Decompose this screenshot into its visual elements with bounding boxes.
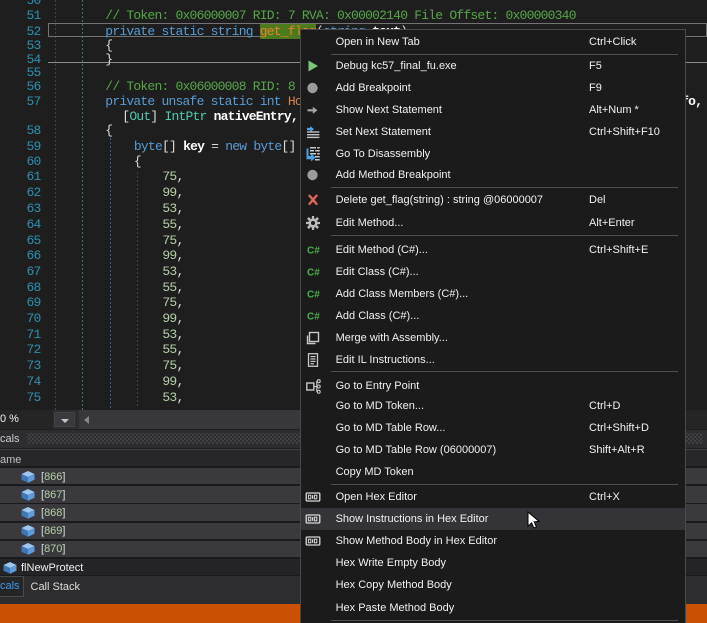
svg-text:C#: C# xyxy=(307,245,320,256)
svg-text:C#: C# xyxy=(307,289,320,300)
svg-text:C#: C# xyxy=(307,311,320,322)
svg-text:C#: C# xyxy=(307,267,320,278)
